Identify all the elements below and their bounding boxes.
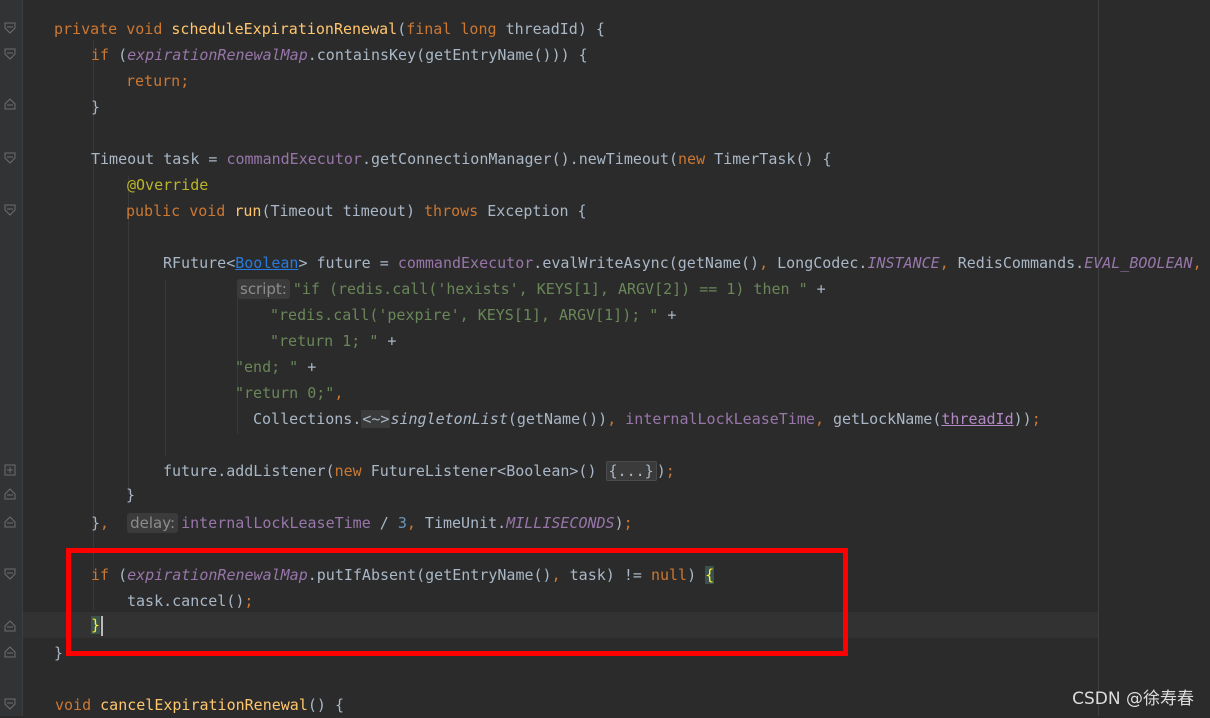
class-name: Timeout: [91, 150, 155, 168]
field-ref: expirationRenewalMap: [127, 46, 308, 64]
class-name: Boolean: [506, 462, 570, 480]
class-name: TimerTask: [714, 150, 796, 168]
field-ref: internalLockLeaseTime: [181, 514, 371, 532]
class-name: LongCodec: [777, 254, 859, 272]
param-hint: script:: [237, 279, 290, 299]
method-call: evalWriteAsync: [542, 254, 669, 272]
type-hint[interactable]: <~>: [361, 410, 391, 428]
field-ref: commandExecutor: [226, 150, 362, 168]
keyword: void: [126, 20, 163, 38]
code-line: }: [91, 98, 101, 116]
method-call: getConnectionManager: [370, 150, 552, 168]
class-name: FutureListener: [370, 462, 498, 480]
code-line: Collections.<~>singletonList(getName()),…: [253, 410, 1041, 428]
code-line: }, delay: internalLockLeaseTime / 3, Time…: [91, 513, 633, 533]
string-literal: "redis.call('pexpire', KEYS[1], ARGV[1])…: [270, 306, 659, 324]
code-line: private void scheduleExpirationRenewal(f…: [54, 20, 605, 38]
code-line: future.addListener(new FutureListener<Bo…: [163, 461, 675, 481]
keyword: if: [91, 46, 110, 64]
code-line: RFuture<Boolean> future = commandExecuto…: [163, 254, 1202, 272]
method-call: containsKey: [316, 46, 417, 64]
method-name: cancelExpirationRenewal: [100, 696, 308, 714]
string-literal: "return 0;": [235, 384, 335, 402]
method-name: scheduleExpirationRenewal: [171, 20, 398, 38]
constant: MILLISECONDS: [506, 514, 615, 532]
method-call: getEntryName: [425, 46, 534, 64]
static-method: singletonList: [390, 410, 508, 428]
watermark: CSDN @徐寿春: [1072, 689, 1194, 709]
keyword: throws: [424, 202, 479, 220]
parameter: timeout: [342, 202, 406, 220]
code-line: "return 0;",: [235, 384, 344, 402]
keyword: private: [54, 20, 118, 38]
variable: task: [163, 150, 200, 168]
method-call: newTimeout: [578, 150, 669, 168]
constant: INSTANCE: [867, 254, 940, 272]
code-line: public void run(Timeout timeout) throws …: [126, 202, 587, 220]
field-ref: internalLockLeaseTime: [625, 410, 815, 428]
class-name: RedisCommands: [957, 254, 1076, 272]
keyword: void: [55, 696, 92, 714]
variable: future: [316, 254, 371, 272]
keyword: new: [678, 150, 706, 168]
keyword: public: [126, 202, 181, 220]
method-call: getName: [516, 410, 581, 428]
number-literal: 3: [397, 514, 407, 532]
keyword: return: [126, 72, 181, 90]
annotation: @Override: [127, 176, 209, 194]
folded-code[interactable]: {...}: [605, 461, 657, 481]
class-link[interactable]: Boolean: [235, 254, 298, 272]
keyword: final: [406, 20, 452, 38]
code-line: void cancelExpirationRenewal() {: [55, 696, 344, 714]
code-line: if (expirationRenewalMap.containsKey(get…: [91, 46, 588, 64]
param-hint: delay:: [127, 513, 179, 533]
variable: future: [163, 462, 218, 480]
method-name: run: [234, 202, 262, 220]
code-line: return;: [126, 72, 190, 90]
method-call: getLockName: [833, 410, 933, 428]
class-name: RFuture: [163, 254, 227, 272]
code-line: "end; " +: [235, 358, 317, 376]
code-line: script: "if (redis.call('hexists', KEYS[1…: [237, 276, 826, 302]
keyword: void: [189, 202, 226, 220]
parameter-ref: threadId: [941, 410, 1014, 428]
code-line: }: [54, 644, 64, 662]
class-name: Exception: [487, 202, 569, 220]
field-ref: commandExecutor: [397, 254, 534, 272]
string-literal: "return 1; ": [270, 332, 379, 350]
class-name: Timeout: [270, 202, 334, 220]
keyword: long: [460, 20, 497, 38]
method-call: addListener: [226, 462, 326, 480]
code-line: }: [126, 486, 136, 504]
method-call: getName: [677, 254, 741, 272]
class-name: Collections: [253, 410, 353, 428]
keyword: new: [334, 462, 362, 480]
code-line: "return 1; " +: [270, 332, 397, 350]
string-literal: "end; ": [235, 358, 299, 376]
class-name: TimeUnit: [424, 514, 498, 532]
string-literal: "if (redis.call('hexists', KEYS[1], ARGV…: [292, 280, 808, 298]
constant: EVAL_BOOLEAN: [1084, 254, 1193, 272]
code-line: "redis.call('pexpire', KEYS[1], ARGV[1])…: [270, 306, 677, 324]
code-line: Timeout task = commandExecutor.getConnec…: [91, 150, 832, 168]
code-line: @Override: [127, 172, 208, 198]
highlight-annotation-box: [66, 548, 848, 656]
parameter: threadId: [505, 20, 578, 38]
